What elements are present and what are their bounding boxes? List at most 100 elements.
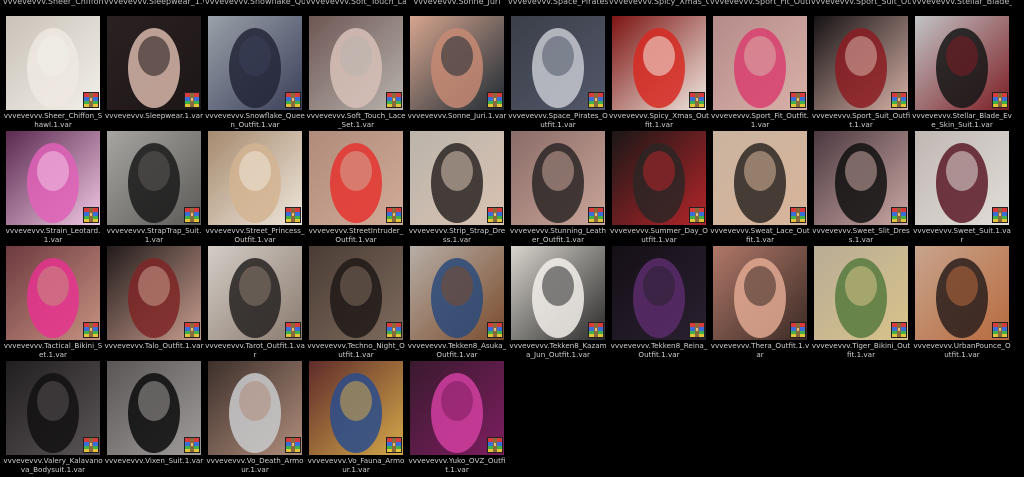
file-thumbnail[interactable] — [208, 16, 302, 110]
file-name-label: vvvevevvv.Talo_Outfit.1.var — [104, 341, 204, 350]
file-thumbnail[interactable] — [915, 16, 1009, 110]
file-item[interactable]: vvvevevvv.Tarot_Outfit.1.var — [205, 246, 305, 361]
file-thumbnail[interactable] — [713, 131, 807, 225]
file-item[interactable]: vvvevevvv.Techno_Night_Outfit.1.var — [307, 246, 405, 361]
file-item[interactable]: vvvevevvv.Sonne_Juri.1.var — [408, 16, 506, 131]
previous-row-file-label[interactable]: vvvevevvv.Space_Pirates_O — [508, 0, 608, 6]
winrar-archive-icon — [386, 437, 402, 453]
file-thumbnail[interactable] — [410, 131, 504, 225]
file-item[interactable]: vvvevevvv.Snowflake_Queen_Outfit.1.var — [205, 16, 305, 131]
file-item[interactable]: vvvevevvv.Spicy_Xmas_Outfit.1.var — [609, 16, 709, 131]
file-item[interactable]: vvvevevvv.UrbanPounce_Outfit.1.var — [913, 246, 1011, 361]
file-name-label: vvvevevvv.Sport_Fit_Outfit.1.var — [711, 111, 809, 129]
file-item[interactable]: vvvevevvv.Sweat_Lace_Outfit.1.var — [710, 131, 810, 246]
file-name-label: vvvevevvv.UrbanPounce_Outfit.1.var — [913, 341, 1011, 359]
file-item[interactable]: vvvevevvv.Sport_Fit_Outfit.1.var — [711, 16, 809, 131]
file-name-label: vvvevevvv.Soft_Touch_Lace_Set.1.var — [306, 111, 406, 129]
file-name-label: vvvevevvv.Sweat_Lace_Outfit.1.var — [710, 226, 810, 244]
file-item[interactable]: vvvevevvv.Talo_Outfit.1.var — [104, 246, 204, 361]
file-thumbnail[interactable] — [511, 16, 605, 110]
file-thumbnail[interactable] — [107, 361, 201, 455]
file-name-label: vvvevevvv.Vixen_Suit.1.var — [104, 456, 204, 465]
file-thumbnail[interactable] — [713, 246, 807, 340]
file-item[interactable]: vvvevevvv.Valery_Kalavanova_Bodysuit.1.v… — [3, 361, 103, 476]
file-thumbnail[interactable] — [309, 16, 403, 110]
file-item[interactable]: vvvevevvv.Summer_Day_Outfit.1.var — [610, 131, 708, 246]
file-item[interactable]: vvvevevvv.Tactical_Bikini_Set.1.var — [4, 246, 102, 361]
file-item[interactable]: vvvevevvv.Thera_Outfit.1.var — [711, 246, 809, 361]
file-item[interactable]: vvvevevvv.Street_Princess_Outfit.1.var — [206, 131, 304, 246]
file-name-label: vvvevevvv.Tekken8_Asuka_Outfit.1.var — [407, 341, 507, 359]
file-thumbnail[interactable] — [713, 16, 807, 110]
previous-row-file-label[interactable]: vvvevevvv.Sleepwear_1.var — [104, 0, 204, 6]
file-thumbnail[interactable] — [410, 361, 504, 455]
file-thumbnail[interactable] — [511, 131, 605, 225]
file-item[interactable]: vvvevevvv.Vo_Fauna_Armour.1.var — [308, 361, 404, 476]
file-thumbnail[interactable] — [410, 16, 504, 110]
file-thumbnail[interactable] — [107, 246, 201, 340]
previous-row-file-label[interactable]: vvvevevvv.Stellar_Blade_Ev — [912, 0, 1012, 6]
previous-row-file-label[interactable]: vvvevevvv.Sheer_Chiffon_S — [3, 0, 103, 6]
file-thumbnail[interactable] — [309, 361, 403, 455]
file-thumbnail[interactable] — [511, 246, 605, 340]
file-item[interactable]: vvvevevvv.Stunning_Leather_Outfit.1.var — [510, 131, 606, 246]
file-item[interactable]: vvvevevvv.Sport_Suit_Outfit.1.var — [811, 16, 911, 131]
file-thumbnail[interactable] — [208, 246, 302, 340]
file-thumbnail[interactable] — [915, 131, 1009, 225]
file-name-label: vvvevevvv.Sweet_Slit_Dress.1.var — [812, 226, 910, 244]
file-thumbnail[interactable] — [6, 246, 100, 340]
file-thumbnail[interactable] — [612, 16, 706, 110]
previous-row-file-label[interactable]: vvvevevvv.Snowflake_Queen — [205, 0, 305, 6]
file-item[interactable]: vvvevevvv.Vixen_Suit.1.var — [104, 361, 204, 476]
file-item[interactable]: vvvevevvv.StrapTrap_Suit.1.var — [107, 131, 201, 246]
file-thumbnail[interactable] — [6, 131, 100, 225]
file-item[interactable]: vvvevevvv.Sweet_Slit_Dress.1.var — [812, 131, 910, 246]
file-thumbnail[interactable] — [915, 246, 1009, 340]
file-thumbnail[interactable] — [309, 246, 403, 340]
file-item[interactable]: vvvevevvv.Sweet_Suit.1.var — [913, 131, 1011, 246]
file-name-label: vvvevevvv.Strip_Strap_Dress.1.var — [408, 226, 506, 244]
file-thumbnail[interactable] — [208, 361, 302, 455]
file-thumbnail[interactable] — [410, 246, 504, 340]
file-thumbnail[interactable] — [107, 16, 201, 110]
file-thumbnail[interactable] — [612, 246, 706, 340]
file-thumbnail[interactable] — [208, 131, 302, 225]
winrar-archive-icon — [891, 207, 907, 223]
file-item[interactable]: vvvevevvv.Strain_Leotard.1.var — [6, 131, 100, 246]
file-thumbnail[interactable] — [814, 246, 908, 340]
winrar-archive-icon — [285, 322, 301, 338]
winrar-archive-icon — [386, 322, 402, 338]
file-name-label: vvvevevvv.Sport_Suit_Outfit.1.var — [811, 111, 911, 129]
file-item[interactable]: vvvevevvv.Tekken8_Kazama_Jun_Outfit.1.va… — [509, 246, 607, 361]
previous-row-file-label[interactable]: vvvevevvv.Soft_Touch_Lace — [306, 0, 406, 6]
previous-row-file-label[interactable]: vvvevevvv.Spicy_Xmas_Out — [609, 0, 709, 6]
file-thumbnail[interactable] — [6, 361, 100, 455]
file-thumbnail[interactable] — [309, 131, 403, 225]
file-thumbnail[interactable] — [814, 131, 908, 225]
winrar-archive-icon — [487, 322, 503, 338]
file-item[interactable]: vvvevevvv.Stellar_Blade_Eve_Skin_Suit.1.… — [912, 16, 1012, 131]
winrar-archive-icon — [184, 322, 200, 338]
file-item[interactable]: vvvevevvv.Yuko_OVZ_Outfit.1.var — [409, 361, 505, 476]
file-item[interactable]: vvvevevvv.StreetIntruder_Outfit.1.var — [309, 131, 403, 246]
winrar-archive-icon — [588, 92, 604, 108]
file-item[interactable]: vvvevevvv.Tekken8_Reina_Outfit.1.var — [611, 246, 707, 361]
previous-row-file-label[interactable]: vvvevevvv.Sonne_Juri — [407, 0, 507, 6]
file-item[interactable]: vvvevevvv.Sleepwear.1.var — [105, 16, 203, 131]
file-thumbnail[interactable] — [6, 16, 100, 110]
file-item[interactable]: vvvevevvv.Tiger_Bikini_Outfit.1.var — [812, 246, 910, 361]
file-item[interactable]: vvvevevvv.Sheer_Chiffon_Shawl.1.var — [4, 16, 102, 131]
winrar-archive-icon — [285, 437, 301, 453]
previous-row-file-label[interactable]: vvvevevvv.Sport_Suit_Outfit — [811, 0, 911, 6]
file-thumbnail[interactable] — [612, 131, 706, 225]
file-item[interactable]: vvvevevvv.Vo_Death_Armour.1.var — [206, 361, 304, 476]
file-item[interactable]: vvvevevvv.Tekken8_Asuka_Outfit.1.var — [407, 246, 507, 361]
winrar-archive-icon — [790, 92, 806, 108]
file-item[interactable]: vvvevevvv.Soft_Touch_Lace_Set.1.var — [306, 16, 406, 131]
file-item[interactable]: vvvevevvv.Space_Pirates_Outfit.1.var — [508, 16, 608, 131]
file-thumbnail[interactable] — [107, 131, 201, 225]
file-thumbnail[interactable] — [814, 16, 908, 110]
previous-row-file-label[interactable]: vvvevevvv.Sport_Fit_Outfit — [710, 0, 810, 6]
file-item[interactable]: vvvevevvv.Strip_Strap_Dress.1.var — [408, 131, 506, 246]
winrar-archive-icon — [689, 207, 705, 223]
